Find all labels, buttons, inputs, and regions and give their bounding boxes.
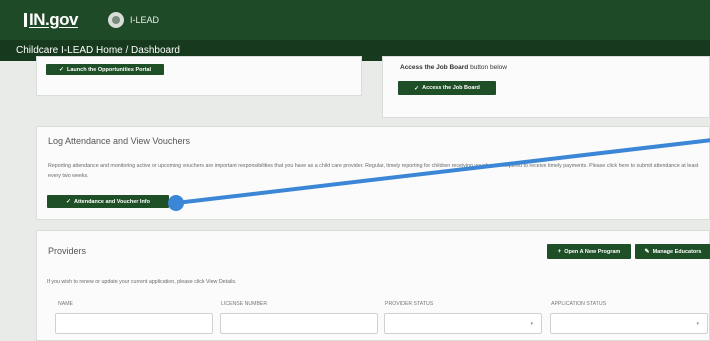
job-board-title: Access the Job Board button below: [400, 64, 507, 71]
attendance-card: Log Attendance and View Vouchers Reporti…: [36, 126, 710, 220]
chevron-down-icon: ▾: [530, 321, 533, 327]
in-gov-logo[interactable]: IN.gov: [24, 10, 78, 30]
name-column-label: NAME: [58, 301, 73, 307]
plus-icon: +: [557, 248, 562, 255]
ilead-label: I-LEAD: [129, 15, 159, 25]
chevron-down-icon: ▾: [696, 321, 699, 327]
license-number-filter-input[interactable]: [220, 313, 378, 334]
open-new-program-button[interactable]: + Open A New Program: [547, 244, 631, 259]
edit-icon: ✎: [644, 249, 650, 255]
provider-status-select[interactable]: ▾: [384, 313, 542, 334]
access-job-board-label: Access the Job Board: [422, 85, 480, 91]
top-header: IN.gov I-LEAD: [0, 0, 710, 40]
providers-help-text: If you wish to renew or update your curr…: [47, 279, 237, 285]
open-new-program-label: Open A New Program: [564, 248, 621, 255]
ilead-seal-icon: [107, 12, 124, 28]
provider-status-column-label: PROVIDER STATUS: [385, 301, 434, 307]
application-status-column-label: APPLICATION STATUS: [551, 301, 607, 307]
name-filter-input[interactable]: [55, 313, 213, 334]
job-board-card: Access the Job Board button below ✓ Acce…: [382, 56, 710, 118]
launch-opportunities-label: Launch the Opportunities Portal: [67, 66, 152, 73]
providers-card: Providers + Open A New Program ✎ Manage …: [36, 230, 710, 341]
logo-text: IN.gov: [29, 10, 78, 29]
attendance-voucher-button[interactable]: ✓ Attendance and Voucher Info: [47, 195, 169, 208]
check-icon: ✓: [414, 85, 420, 92]
attendance-description: Reporting attendance and monitoring acti…: [48, 163, 699, 179]
breadcrumb-text: Childcare I-LEAD Home / Dashboard: [16, 45, 180, 56]
access-job-board-button[interactable]: ✓ Access the Job Board: [398, 81, 496, 95]
job-board-title-rest: button below: [470, 64, 507, 71]
launch-opportunities-button[interactable]: ✓ Launch the Opportunities Portal: [46, 64, 164, 75]
logo-mark: [24, 13, 27, 27]
license-number-column-label: LICENSE NUMBER: [221, 301, 268, 307]
ilead-brand[interactable]: I-LEAD: [107, 12, 159, 28]
opportunities-card: ✓ Launch the Opportunities Portal: [36, 56, 362, 96]
check-icon: ✓: [65, 199, 72, 205]
attendance-title: Log Attendance and View Vouchers: [48, 136, 190, 146]
job-board-title-bold: Access the Job Board: [400, 64, 469, 71]
providers-title: Providers: [48, 246, 87, 256]
manage-educators-label: Manage Educators: [652, 248, 702, 255]
attendance-voucher-label: Attendance and Voucher Info: [74, 198, 151, 205]
check-icon: ✓: [58, 67, 64, 73]
manage-educators-button[interactable]: ✎ Manage Educators: [635, 244, 710, 259]
application-status-select[interactable]: ▾: [550, 313, 708, 334]
